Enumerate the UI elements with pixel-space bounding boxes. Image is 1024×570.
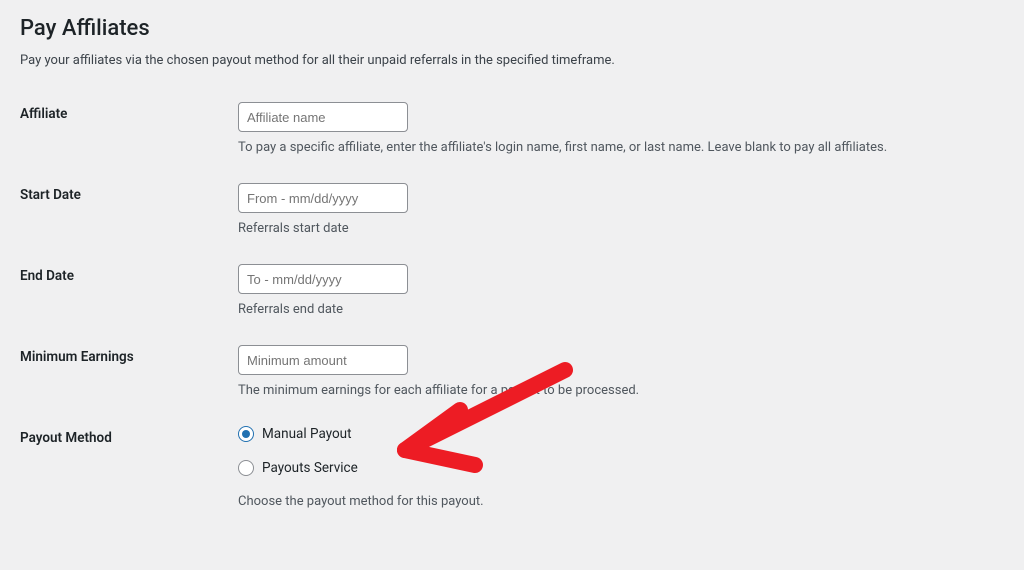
affiliate-label: Affiliate — [20, 88, 238, 169]
page-title: Pay Affiliates — [20, 16, 1004, 41]
affiliate-input[interactable] — [238, 102, 408, 132]
end-date-description: Referrals end date — [238, 302, 1004, 317]
end-date-input[interactable] — [238, 264, 408, 294]
radio-manual-payout[interactable] — [238, 426, 254, 442]
start-date-description: Referrals start date — [238, 221, 1004, 236]
min-earnings-input[interactable] — [238, 345, 408, 375]
payout-method-description: Choose the payout method for this payout… — [238, 494, 1004, 509]
payout-method-service-row[interactable]: Payouts Service — [238, 460, 1004, 476]
settings-form-table: Affiliate To pay a specific affiliate, e… — [20, 88, 1004, 523]
start-date-input[interactable] — [238, 183, 408, 213]
page-intro: Pay your affiliates via the chosen payou… — [20, 53, 1004, 68]
start-date-label: Start Date — [20, 169, 238, 250]
radio-manual-payout-label: Manual Payout — [262, 426, 352, 442]
min-earnings-label: Minimum Earnings — [20, 331, 238, 412]
payout-method-label: Payout Method — [20, 412, 238, 523]
radio-payouts-service[interactable] — [238, 460, 254, 476]
min-earnings-description: The minimum earnings for each affiliate … — [238, 383, 1004, 398]
end-date-label: End Date — [20, 250, 238, 331]
radio-payouts-service-label: Payouts Service — [262, 460, 358, 476]
affiliate-description: To pay a specific affiliate, enter the a… — [238, 140, 1004, 155]
payout-method-manual-row[interactable]: Manual Payout — [238, 426, 1004, 442]
